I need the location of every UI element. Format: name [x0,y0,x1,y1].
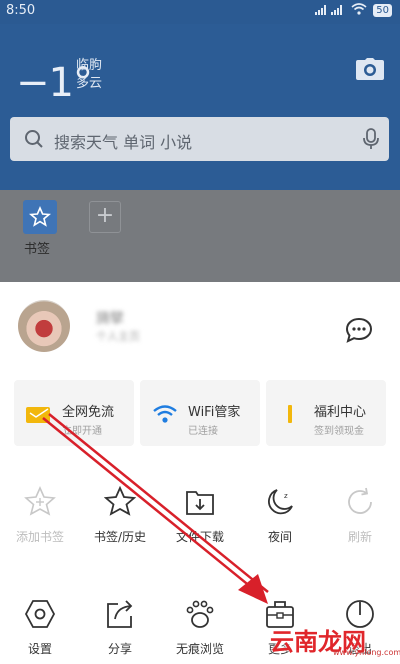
camera-icon[interactable] [356,58,384,80]
menu-label: 添加书签 [15,530,64,544]
header: −1° 临朐 多云 搜索天气 单词 小说 [0,24,400,190]
battery-icon: 50 [373,4,392,17]
star-icon [28,205,52,227]
card-title: 福利中心 [314,405,367,420]
user-name[interactable]: 旖擘 [96,308,124,328]
card-wifi-manager[interactable]: WiFi管家 已连接 [140,380,260,446]
share-icon [104,598,136,630]
moon-icon: z [264,486,296,518]
refresh-icon [344,486,376,518]
search-icon [24,129,44,149]
status-icons: 50 [315,3,392,18]
menu-label: 文件下载 [175,530,224,544]
message-icon[interactable] [345,317,373,343]
service-cards: 全网免流 立即开通 WiFi管家 已连接 福利中心 签到领现金 [0,380,400,450]
add-bookmark-button[interactable]: 添加书签 [0,478,80,558]
gift-icon [278,403,304,425]
wifi-icon [152,403,178,425]
watermark-url: www.ynlong.com [333,648,400,657]
bookmark-label: 书签 [24,242,51,257]
download-folder-icon [184,486,216,518]
card-subtitle: 已连接 [188,426,218,437]
card-subtitle: 签到领现金 [314,426,364,437]
add-shortcut-button[interactable]: + [89,201,121,233]
star-icon [103,485,137,518]
share-button[interactable]: 分享 [80,590,160,664]
incognito-button[interactable]: 无痕浏览 [160,590,240,664]
menu-row-1: 添加书签 书签/历史 文件下载 z 夜间 刷新 [0,478,400,558]
settings-button[interactable]: 设置 [0,590,80,664]
sim-card-icon [26,403,52,425]
bookmark-tile[interactable] [23,200,57,234]
menu-label: 设置 [27,642,52,656]
menu-label: 刷新 [347,530,372,544]
paw-icon [184,598,216,630]
menu-sheet: 旖擘 个人主页 全网免流 立即开通 WiFi管家 已连接 福利中心 签到领现金 … [0,282,400,664]
quick-links-area: 书签 + [0,190,400,282]
search-input[interactable]: 搜索天气 单词 小说 [54,129,192,153]
card-subtitle: 立即开通 [62,426,102,437]
star-add-icon [24,486,56,518]
file-download-button[interactable]: 文件下载 [160,478,240,558]
card-free-data[interactable]: 全网免流 立即开通 [14,380,134,446]
status-bar: 8:50 50 [0,0,400,24]
card-title: WiFi管家 [188,405,241,420]
user-subtitle: 个人主页 [96,330,140,343]
card-title: 全网免流 [62,405,115,420]
menu-label: 夜间 [267,530,292,544]
microphone-icon[interactable] [363,128,379,150]
signal-icon [315,4,345,18]
night-mode-button[interactable]: z 夜间 [240,478,320,558]
menu-label: 无痕浏览 [175,642,224,656]
avatar[interactable] [18,300,70,352]
card-welfare-center[interactable]: 福利中心 签到领现金 [266,380,386,446]
wifi-status-icon [351,3,367,18]
refresh-button[interactable]: 刷新 [320,478,400,558]
weather-city[interactable]: 临朐 [76,54,102,73]
settings-hexagon-icon [24,598,56,630]
search-bar[interactable]: 搜索天气 单词 小说 [10,117,389,161]
menu-label: 分享 [107,642,132,656]
status-time: 8:50 [6,3,36,18]
bookmarks-history-button[interactable]: 书签/历史 [80,478,160,558]
weather-condition[interactable]: 多云 [76,72,102,91]
menu-label: 书签/历史 [93,530,147,544]
svg-text:z: z [284,492,288,500]
